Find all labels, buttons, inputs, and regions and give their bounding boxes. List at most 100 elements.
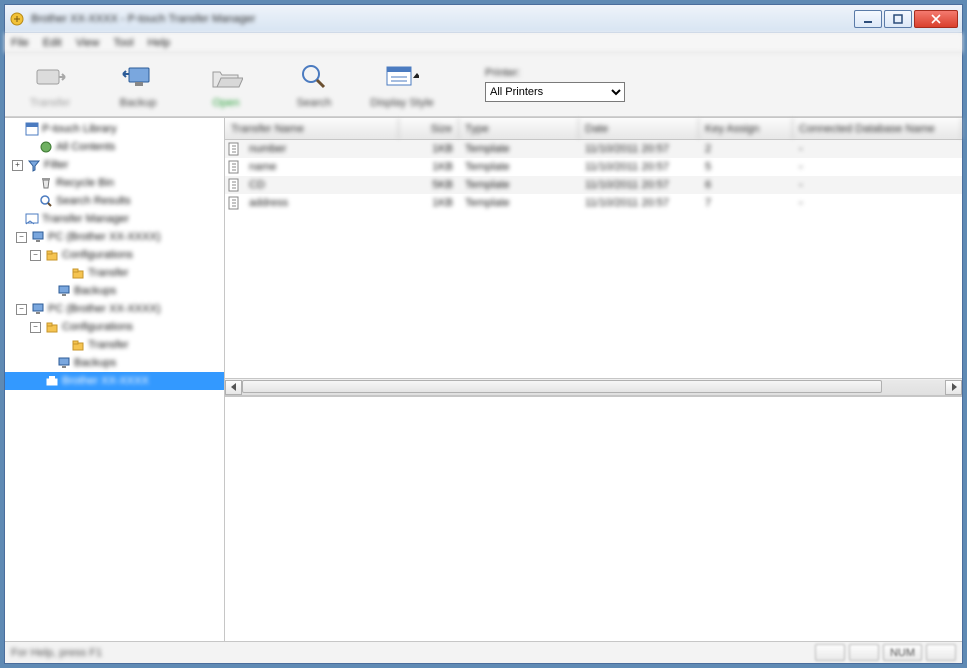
status-num: NUM bbox=[883, 644, 922, 661]
menu-edit[interactable]: Edit bbox=[43, 37, 62, 49]
tree-pc-1[interactable]: − PC (Brother XX-XXXX) bbox=[5, 228, 224, 246]
printer-selector: Printer: All Printers bbox=[485, 67, 625, 102]
tree-config-1[interactable]: − Configurations bbox=[5, 246, 224, 264]
cell-type: Template bbox=[459, 179, 579, 191]
toolbar-transfer[interactable]: Transfer bbox=[15, 61, 85, 109]
cell-date: 11/10/2011 20:57 bbox=[579, 161, 699, 173]
tree-pc-2[interactable]: − PC (Brother XX-XXXX) bbox=[5, 300, 224, 318]
scroll-track[interactable] bbox=[242, 380, 945, 395]
maximize-button[interactable] bbox=[884, 10, 912, 28]
cell-size: 5KB bbox=[399, 179, 459, 191]
open-icon bbox=[209, 61, 243, 93]
pc-small-icon bbox=[56, 356, 71, 371]
list-header: Transfer Name Size Type Date Key Assign … bbox=[225, 118, 962, 140]
cell-type: Template bbox=[459, 197, 579, 209]
all-icon bbox=[38, 140, 53, 155]
tree-backups-2[interactable]: Backups bbox=[5, 354, 224, 372]
table-row[interactable]: address1KBTemplate11/10/2011 20:577- bbox=[225, 194, 962, 212]
horizontal-scrollbar[interactable] bbox=[225, 378, 962, 395]
col-key[interactable]: Key Assign bbox=[699, 118, 793, 139]
tree-search-results[interactable]: Search Results bbox=[5, 192, 224, 210]
cell-name: name bbox=[243, 161, 399, 173]
tree-transfer-1[interactable]: Transfer bbox=[5, 264, 224, 282]
toolbar-display-label: Display Style bbox=[370, 97, 434, 109]
toolbar-transfer-label: Transfer bbox=[30, 97, 71, 109]
titlebar: Brother XX-XXXX - P-touch Transfer Manag… bbox=[5, 5, 962, 33]
tree-library[interactable]: P-touch Library bbox=[5, 120, 224, 138]
folder-icon bbox=[70, 266, 85, 281]
cell-db: - bbox=[793, 143, 962, 155]
tree-selected-printer[interactable]: Brother XX-XXXX bbox=[5, 372, 224, 390]
tree-all-contents[interactable]: All Contents bbox=[5, 138, 224, 156]
printer-icon bbox=[44, 374, 59, 389]
preview-pane bbox=[225, 396, 962, 641]
template-icon bbox=[225, 178, 243, 192]
table-row[interactable]: CD5KBTemplate11/10/2011 20:576- bbox=[225, 176, 962, 194]
toolbar-search[interactable]: Search bbox=[279, 61, 349, 109]
cell-size: 1KB bbox=[399, 143, 459, 155]
status-help: For Help, press F1 bbox=[11, 647, 811, 659]
menu-help[interactable]: Help bbox=[148, 37, 171, 49]
cell-size: 1KB bbox=[399, 197, 459, 209]
printer-label: Printer: bbox=[485, 67, 625, 79]
cell-date: 11/10/2011 20:57 bbox=[579, 179, 699, 191]
toolbar-backup[interactable]: Backup bbox=[103, 61, 173, 109]
transfer-mgr-icon bbox=[24, 212, 39, 227]
right-pane: Transfer Name Size Type Date Key Assign … bbox=[225, 118, 962, 641]
toolbar-search-label: Search bbox=[297, 97, 332, 109]
cell-date: 11/10/2011 20:57 bbox=[579, 197, 699, 209]
cell-size: 1KB bbox=[399, 161, 459, 173]
template-icon bbox=[225, 142, 243, 156]
search-icon bbox=[297, 61, 331, 93]
cell-type: Template bbox=[459, 143, 579, 155]
cell-db: - bbox=[793, 179, 962, 191]
tree-filter[interactable]: + Filter bbox=[5, 156, 224, 174]
toolbar-open[interactable]: Open bbox=[191, 61, 261, 109]
cell-key: 6 bbox=[699, 179, 793, 191]
menu-view[interactable]: View bbox=[76, 37, 100, 49]
tree-config-2[interactable]: − Configurations bbox=[5, 318, 224, 336]
tree-transfer-2[interactable]: Transfer bbox=[5, 336, 224, 354]
transfer-icon bbox=[33, 61, 67, 93]
menubar: File Edit View Tool Help bbox=[5, 33, 962, 53]
cell-date: 11/10/2011 20:57 bbox=[579, 143, 699, 155]
folder-tree[interactable]: P-touch Library All Contents + Filter Re… bbox=[5, 118, 225, 641]
app-icon bbox=[9, 11, 25, 27]
col-db[interactable]: Connected Database Name bbox=[793, 118, 962, 139]
tree-backups-1[interactable]: Backups bbox=[5, 282, 224, 300]
col-size[interactable]: Size bbox=[399, 118, 459, 139]
recycle-icon bbox=[38, 176, 53, 191]
template-icon bbox=[225, 160, 243, 174]
col-date[interactable]: Date bbox=[579, 118, 699, 139]
cell-db: - bbox=[793, 161, 962, 173]
display-icon bbox=[385, 61, 419, 93]
config-icon bbox=[44, 248, 59, 263]
col-type[interactable]: Type bbox=[459, 118, 579, 139]
scroll-right-button[interactable] bbox=[945, 380, 962, 395]
menu-file[interactable]: File bbox=[11, 37, 29, 49]
scroll-left-button[interactable] bbox=[225, 380, 242, 395]
table-row[interactable]: name1KBTemplate11/10/2011 20:575- bbox=[225, 158, 962, 176]
menu-tool[interactable]: Tool bbox=[113, 37, 133, 49]
minimize-button[interactable] bbox=[854, 10, 882, 28]
printer-dropdown[interactable]: All Printers bbox=[485, 82, 625, 102]
toolbar: Transfer Backup Open Search Display Styl… bbox=[5, 53, 962, 117]
cell-type: Template bbox=[459, 161, 579, 173]
toolbar-display[interactable]: Display Style bbox=[367, 61, 437, 109]
backup-icon bbox=[121, 61, 155, 93]
table-row[interactable]: number1KBTemplate11/10/2011 20:572- bbox=[225, 140, 962, 158]
app-window: Brother XX-XXXX - P-touch Transfer Manag… bbox=[4, 4, 963, 664]
list-body[interactable]: number1KBTemplate11/10/2011 20:572-name1… bbox=[225, 140, 962, 378]
tree-transfer-manager[interactable]: Transfer Manager bbox=[5, 210, 224, 228]
cell-name: address bbox=[243, 197, 399, 209]
scroll-thumb[interactable] bbox=[242, 380, 882, 393]
close-button[interactable] bbox=[914, 10, 958, 28]
toolbar-open-label: Open bbox=[213, 97, 240, 109]
template-icon bbox=[225, 196, 243, 210]
cell-db: - bbox=[793, 197, 962, 209]
window-title: Brother XX-XXXX - P-touch Transfer Manag… bbox=[31, 13, 852, 25]
config-icon bbox=[44, 320, 59, 335]
col-name[interactable]: Transfer Name bbox=[225, 118, 399, 139]
tree-recycle[interactable]: Recycle Bin bbox=[5, 174, 224, 192]
status-slot-4 bbox=[926, 644, 956, 661]
